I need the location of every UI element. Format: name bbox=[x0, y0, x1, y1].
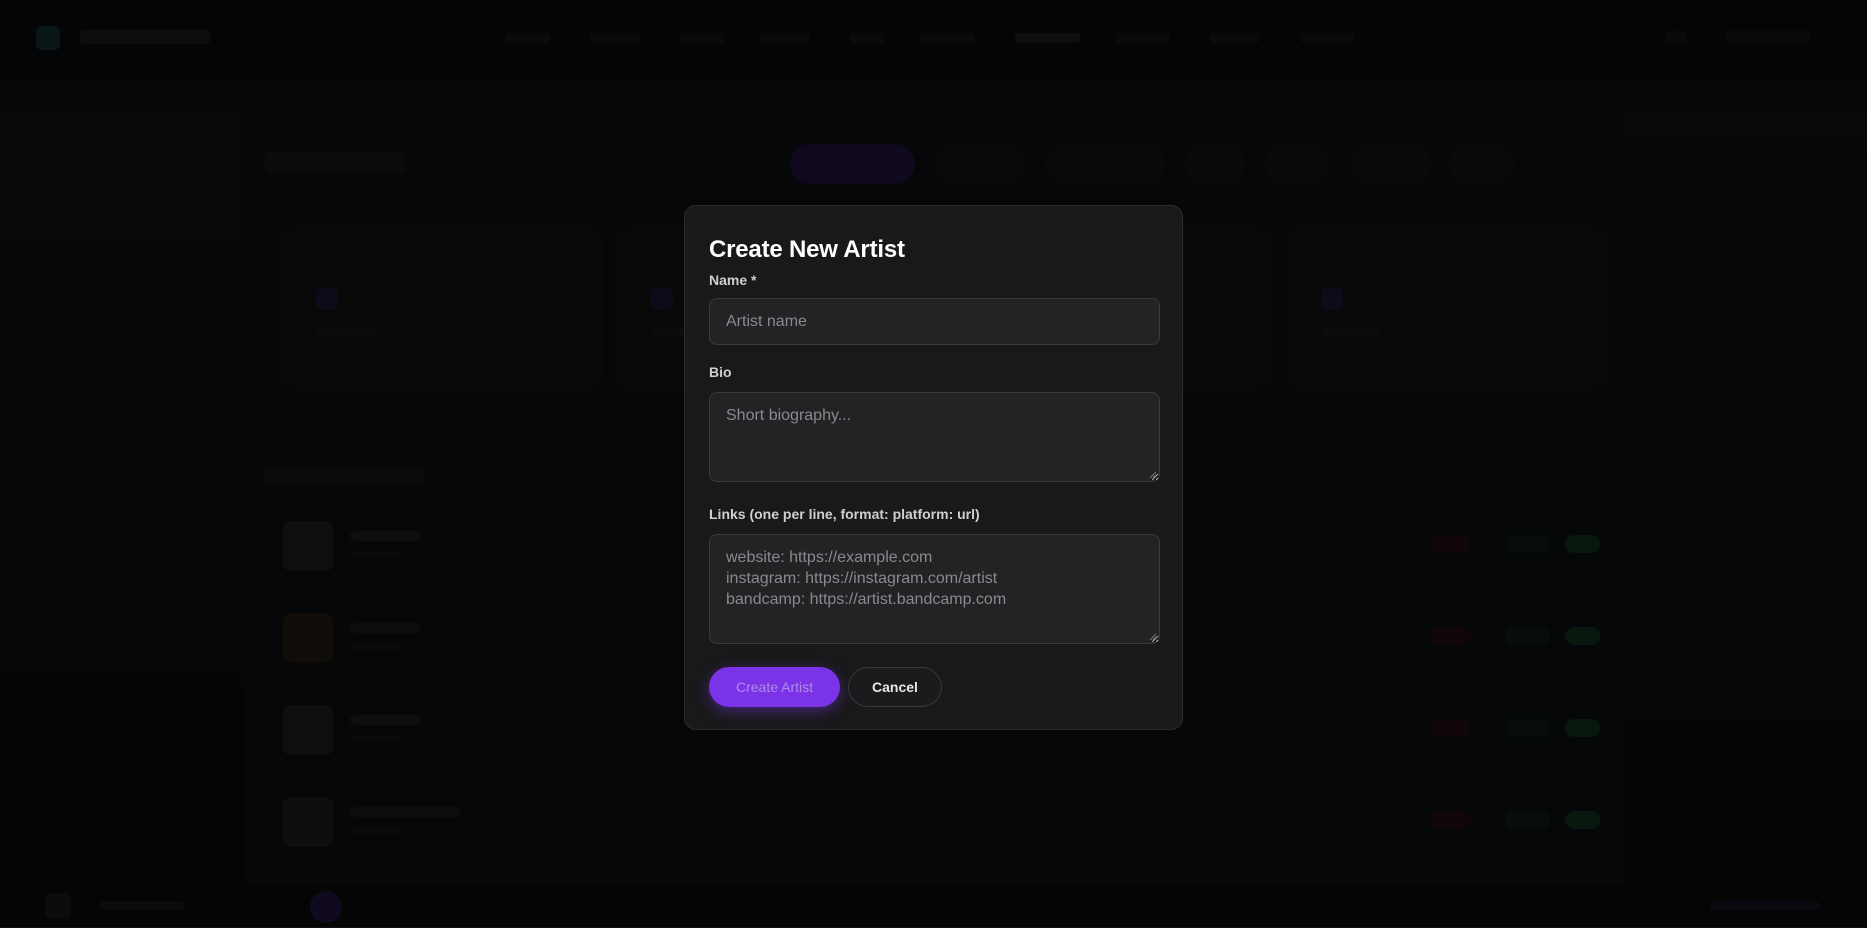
name-label: Name * bbox=[709, 272, 757, 288]
modal-title: Create New Artist bbox=[709, 236, 905, 263]
create-artist-button[interactable]: Create Artist bbox=[709, 667, 840, 707]
create-artist-modal: Create New Artist Name * Bio Links (one … bbox=[684, 205, 1183, 730]
bio-label: Bio bbox=[709, 364, 732, 380]
artist-name-input[interactable] bbox=[709, 298, 1160, 345]
links-textarea[interactable] bbox=[709, 534, 1160, 644]
bio-textarea[interactable] bbox=[709, 392, 1160, 482]
cancel-button[interactable]: Cancel bbox=[848, 667, 942, 707]
links-label: Links (one per line, format: platform: u… bbox=[709, 506, 980, 522]
